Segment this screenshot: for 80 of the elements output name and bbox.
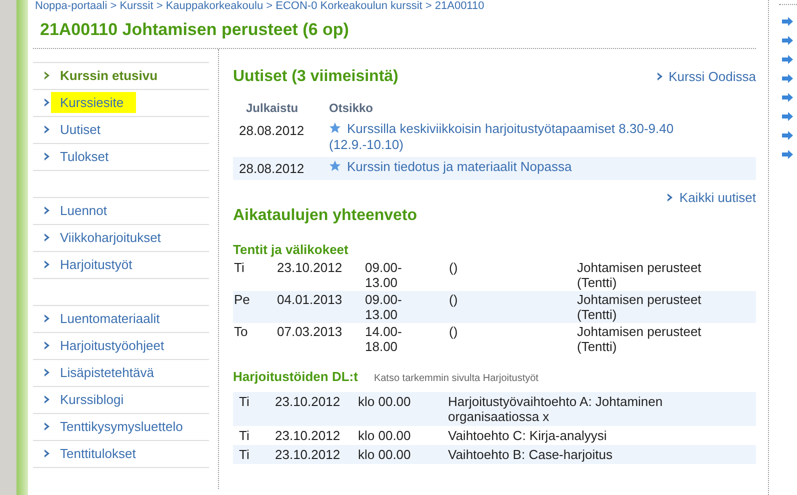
table-cell-text: 04.01.2013 xyxy=(277,292,344,309)
chevron-icon xyxy=(44,422,50,431)
sidebar-link[interactable]: Kurssiblogi xyxy=(60,391,124,408)
arrow-icon[interactable] xyxy=(782,17,793,26)
sidebar-link[interactable]: Tenttikysymysluettelo xyxy=(60,418,183,435)
arrow-icon[interactable] xyxy=(782,112,793,121)
table-cell-text: 07.03.2013 xyxy=(277,324,344,341)
chevron-icon xyxy=(44,395,50,404)
section-heading: Aikataulujen yhteenveto xyxy=(233,206,418,226)
column-header: Julkaistu xyxy=(245,100,300,116)
sidebar-link[interactable]: Tenttitulokset xyxy=(60,445,136,462)
table-cell-text: 14.00-18.00 xyxy=(365,324,403,354)
subsection-heading: Tentit ja välikokeet xyxy=(233,240,350,259)
sidebar-link[interactable]: Kurssiesite xyxy=(51,92,136,113)
chevron-icon xyxy=(44,71,50,80)
course-title: 21A00110 Johtamisen perusteet (6 op) xyxy=(39,19,350,41)
table-cell-text: Pe xyxy=(233,292,251,309)
table-cell-text: () xyxy=(449,292,459,309)
news-link[interactable]: Kurssilla keskiviikkoisin harjoitustyötapaamiset 8.30-9.40 (12.9.-10.10) xyxy=(329,120,756,152)
sidebar-link[interactable]: Luennot xyxy=(60,202,107,219)
arrow-icon[interactable] xyxy=(782,150,793,159)
arrow-icon[interactable] xyxy=(782,55,793,64)
sidebar-link[interactable]: Luentomateriaalit xyxy=(60,310,160,327)
chevron-icon xyxy=(44,125,50,134)
table-cell-text: Johtamisen perusteet (Tentti) xyxy=(577,260,702,290)
arrow-icon[interactable] xyxy=(782,131,793,140)
table-cell-text: Ti xyxy=(238,394,250,410)
chevron-icon xyxy=(667,193,674,202)
note-text: Katso tarkemmin sivulta Harjoitustyöt xyxy=(374,372,538,386)
table-cell-text: 28.08.2012 xyxy=(238,160,306,178)
news-link[interactable]: Kurssin tiedotus ja materiaalit Nopassa xyxy=(329,158,756,178)
sidebar-link[interactable]: Lisäpistetehtävä xyxy=(60,364,154,381)
arrow-icon[interactable] xyxy=(782,74,793,83)
table-cell-text: Ti xyxy=(238,428,250,442)
star-icon xyxy=(329,160,341,172)
table-cell-text: Vaihtoehto B: Case-harjoitus xyxy=(448,446,614,462)
table-cell-text: Johtamisen perusteet (Tentti) xyxy=(577,292,702,322)
section-heading: Uutiset (3 viimeisintä) xyxy=(233,66,398,86)
sidebar-link[interactable]: Harjoitustyöohjeet xyxy=(60,337,164,354)
arrow-icon[interactable] xyxy=(782,93,793,102)
table-cell-text: 09.00-13.00 xyxy=(365,260,403,290)
chevron-icon xyxy=(44,341,50,350)
table-cell-text: klo 00.00 xyxy=(358,446,412,462)
table-cell-text: 23.10.2012 xyxy=(277,260,344,277)
table-cell-text: 28.08.2012 xyxy=(238,122,306,140)
table-cell-text: Johtamisen perusteet (Tentti) xyxy=(577,324,702,354)
table-cell-text: klo 00.00 xyxy=(358,394,412,410)
chevron-icon xyxy=(44,233,50,242)
link[interactable]: Kurssi Oodissa xyxy=(668,66,756,86)
subsection-heading: Harjoitustöiden DL:t xyxy=(233,368,358,386)
chevron-icon xyxy=(44,368,50,377)
table-cell-text: Ti xyxy=(233,260,246,277)
chevron-icon xyxy=(44,314,50,323)
arrow-icon[interactable] xyxy=(782,36,793,45)
table-cell-text: 23.10.2012 xyxy=(275,394,342,410)
link[interactable]: Kaikki uutiset xyxy=(679,188,756,208)
chevron-icon xyxy=(44,152,50,161)
column-header: Otsikko xyxy=(329,100,374,116)
table-cell-text: 23.10.2012 xyxy=(275,446,342,462)
table-cell-text: Ti xyxy=(238,446,250,462)
table-cell-text: () xyxy=(449,260,459,277)
sidebar-link[interactable]: Harjoitustyöt xyxy=(60,256,132,273)
sidebar-link[interactable]: Uutiset xyxy=(60,121,100,138)
chevron-icon xyxy=(44,98,50,107)
table-cell-text: 09.00-13.00 xyxy=(365,292,403,322)
chevron-icon xyxy=(44,449,50,458)
breadcrumb: Noppa-portaali > Kurssit > Kauppakorkeakoulu > ECON-0 Korkeakoulun kurssit > 21A00110 xyxy=(34,0,486,13)
table-cell-text: Vaihtoehto C: Kirja-analyysi xyxy=(448,428,608,442)
table-cell-text: klo 00.00 xyxy=(358,428,412,442)
sidebar-link[interactable]: Viikkoharjoitukset xyxy=(60,229,161,246)
table-cell-text: To xyxy=(233,324,249,341)
table-cell-text: () xyxy=(449,324,459,341)
star-icon xyxy=(329,122,341,134)
chevron-icon xyxy=(44,260,50,269)
table-cell-text: 23.10.2012 xyxy=(275,428,342,442)
table-cell-text: Harjoitustyövaihtoehto A: Johtaminen organisaatiossa x xyxy=(448,394,664,424)
sidebar-link[interactable]: Kurssin etusivu xyxy=(60,67,158,84)
chevron-icon xyxy=(44,206,50,215)
chevron-icon xyxy=(656,72,663,81)
sidebar-link[interactable]: Tulokset xyxy=(60,148,109,165)
